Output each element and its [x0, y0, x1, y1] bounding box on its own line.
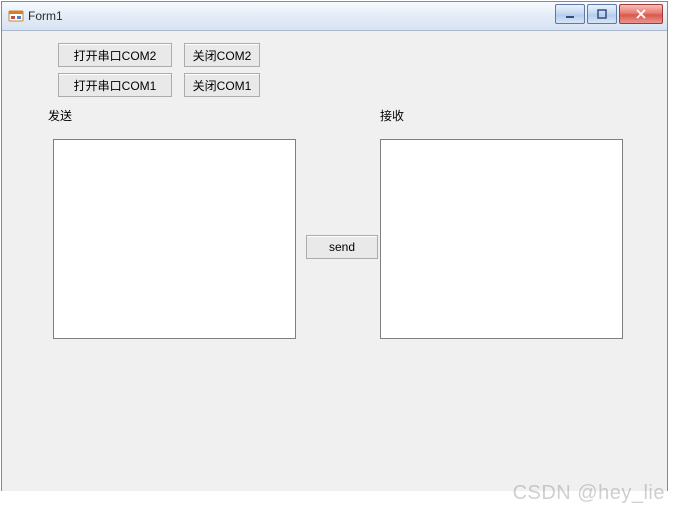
window-title: Form1	[28, 9, 63, 23]
receive-textbox[interactable]	[380, 139, 623, 339]
close-com1-button[interactable]: 关闭COM1	[184, 73, 260, 97]
send-textbox[interactable]	[53, 139, 296, 339]
receive-label: 接收	[380, 107, 404, 124]
open-com2-button[interactable]: 打开串口COM2	[58, 43, 172, 67]
minimize-button[interactable]	[555, 4, 585, 24]
window-frame: Form1 打开串口COM2 关闭COM2 打开串口COM1 关闭COM1 发送…	[1, 1, 668, 491]
send-label: 发送	[48, 107, 72, 124]
close-button[interactable]	[619, 4, 663, 24]
send-button[interactable]: send	[306, 235, 378, 259]
titlebar[interactable]: Form1	[2, 2, 667, 31]
open-com1-button[interactable]: 打开串口COM1	[58, 73, 172, 97]
close-com2-button[interactable]: 关闭COM2	[184, 43, 260, 67]
client-area: 打开串口COM2 关闭COM2 打开串口COM1 关闭COM1 发送 接收 se…	[2, 31, 667, 491]
app-icon	[8, 8, 24, 24]
maximize-button[interactable]	[587, 4, 617, 24]
